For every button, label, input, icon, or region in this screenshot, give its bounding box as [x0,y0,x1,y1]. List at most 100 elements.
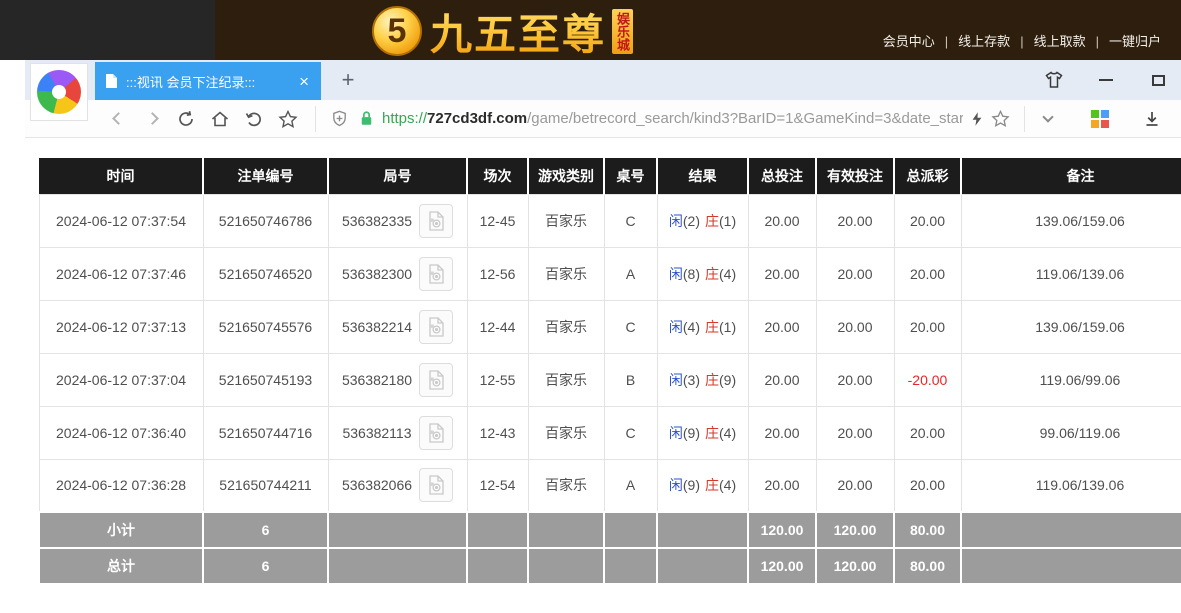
cell-payout: 20.00 [894,194,961,247]
new-tab-button[interactable]: + [335,68,361,94]
cell-bet-no: 521650745576 [203,300,328,353]
shield-icon[interactable] [330,109,349,128]
cell-total-bet-link[interactable]: 20.00 [748,300,816,353]
link-one-key-transfer[interactable]: 一键归户 [1109,34,1161,49]
cell-total-bet-link[interactable]: 20.00 [748,406,816,459]
result-player-label: 闲 [669,372,683,388]
download-icon[interactable] [1137,105,1167,133]
video-replay-button[interactable] [419,204,453,238]
header-table-no: 桌号 [604,158,657,194]
cell-session: 12-45 [467,194,528,247]
forward-button[interactable] [137,105,167,133]
result-player-points: (2) [683,213,700,229]
cell-time: 2024-06-12 07:37:54 [39,194,203,247]
cell-total-bet-link[interactable]: 20.00 [748,247,816,300]
result-banker-points: (9) [719,372,736,388]
address-chevron-down-icon[interactable] [1033,105,1063,133]
link-member-center[interactable]: 会员中心 [883,34,935,49]
toolbar-divider [315,106,316,132]
minimize-button[interactable] [1095,69,1117,91]
video-replay-button[interactable] [419,363,453,397]
table-row: 2024-06-12 07:36:28 521650744211 5363820… [39,459,1181,512]
table-row: 2024-06-12 07:37:54 521650746786 5363823… [39,194,1181,247]
tab-close-icon[interactable]: × [297,73,311,90]
refresh-icon[interactable] [171,105,201,133]
header-session: 场次 [467,158,528,194]
browser-menu-button[interactable] [30,63,88,121]
cell-remark: 99.06/119.06 [961,406,1181,459]
address-bar[interactable]: https://727cd3df.com/game/betrecord_sear… [324,104,1016,134]
payout-value: -20.00 [908,372,948,388]
subtotal-row: 小计 6 120.00 120.00 80.00 [39,512,1181,548]
coin-95-icon: 5 [372,6,422,56]
cell-round-no: 536382214 [328,300,467,353]
empty-cell [961,512,1181,548]
cell-remark: 139.06/159.06 [961,300,1181,353]
url-protocol: https:// [382,110,427,127]
video-replay-button[interactable] [419,416,453,450]
round-no: 536382214 [342,319,412,335]
cell-valid-bet: 20.00 [816,300,894,353]
url-text[interactable]: https://727cd3df.com/game/betrecord_sear… [382,110,963,127]
subtotal-label: 小计 [39,512,203,548]
secure-lock-icon [357,109,376,128]
window-controls [1043,60,1169,100]
result-banker-label: 庄 [705,213,719,229]
cell-table-no: C [604,194,657,247]
result-player-label: 闲 [669,425,683,441]
theme-shirt-icon[interactable] [1043,69,1065,91]
header-game-type: 游戏类别 [528,158,604,194]
link-separator: | [1096,34,1099,49]
video-replay-button[interactable] [419,468,453,502]
round-no: 536382335 [342,213,412,229]
cell-result: 闲(2)庄(1) [657,194,748,247]
empty-cell [328,512,467,548]
flash-icon[interactable] [969,110,985,128]
cell-round-no: 536382300 [328,247,467,300]
cell-time: 2024-06-12 07:37:46 [39,247,203,300]
tab-bet-record[interactable]: :::视讯 会员下注纪录::: × [95,62,321,100]
toolbar-divider [1024,106,1025,132]
extensions-grid-icon[interactable] [1085,105,1115,133]
result-player-points: (9) [683,425,700,441]
link-separator: | [945,34,948,49]
video-replay-button[interactable] [419,310,453,344]
link-online-withdraw[interactable]: 线上取款 [1034,34,1086,49]
round-no: 536382300 [342,266,412,282]
subtotal-count: 6 [203,512,328,548]
undo-icon[interactable] [239,105,269,133]
cell-payout: -20.00 [894,353,961,406]
cell-valid-bet: 20.00 [816,406,894,459]
cell-session: 12-44 [467,300,528,353]
cell-game-type: 百家乐 [528,353,604,406]
result-banker-label: 庄 [705,372,719,388]
cell-result: 闲(4)庄(1) [657,300,748,353]
site-title: 九五至尊 [430,1,606,62]
cell-round-no: 536382113 [328,406,467,459]
home-icon[interactable] [205,105,235,133]
link-separator: | [1020,34,1023,49]
favorite-star-icon[interactable] [991,109,1010,128]
cell-total-bet-link[interactable]: 20.00 [748,194,816,247]
maximize-button[interactable] [1147,69,1169,91]
cell-table-no: C [604,406,657,459]
result-player-points: (9) [683,477,700,493]
cell-remark: 119.06/139.06 [961,459,1181,512]
payout-value: 20.00 [910,319,945,335]
bookmark-star-icon[interactable] [273,105,303,133]
cell-total-bet-link[interactable]: 20.00 [748,353,816,406]
result-player-points: (4) [683,319,700,335]
back-button[interactable] [103,105,133,133]
cell-total-bet-link[interactable]: 20.00 [748,459,816,512]
payout-value: 20.00 [910,266,945,282]
cell-result: 闲(3)庄(9) [657,353,748,406]
video-replay-button[interactable] [419,257,453,291]
cell-table-no: B [604,353,657,406]
payout-value: 20.00 [910,477,945,493]
cell-valid-bet: 20.00 [816,459,894,512]
header-total-bet: 总投注 [748,158,816,194]
cell-round-no: 536382066 [328,459,467,512]
result-banker-label: 庄 [705,319,719,335]
header-valid-bet: 有效投注 [816,158,894,194]
link-online-deposit[interactable]: 线上存款 [958,34,1010,49]
